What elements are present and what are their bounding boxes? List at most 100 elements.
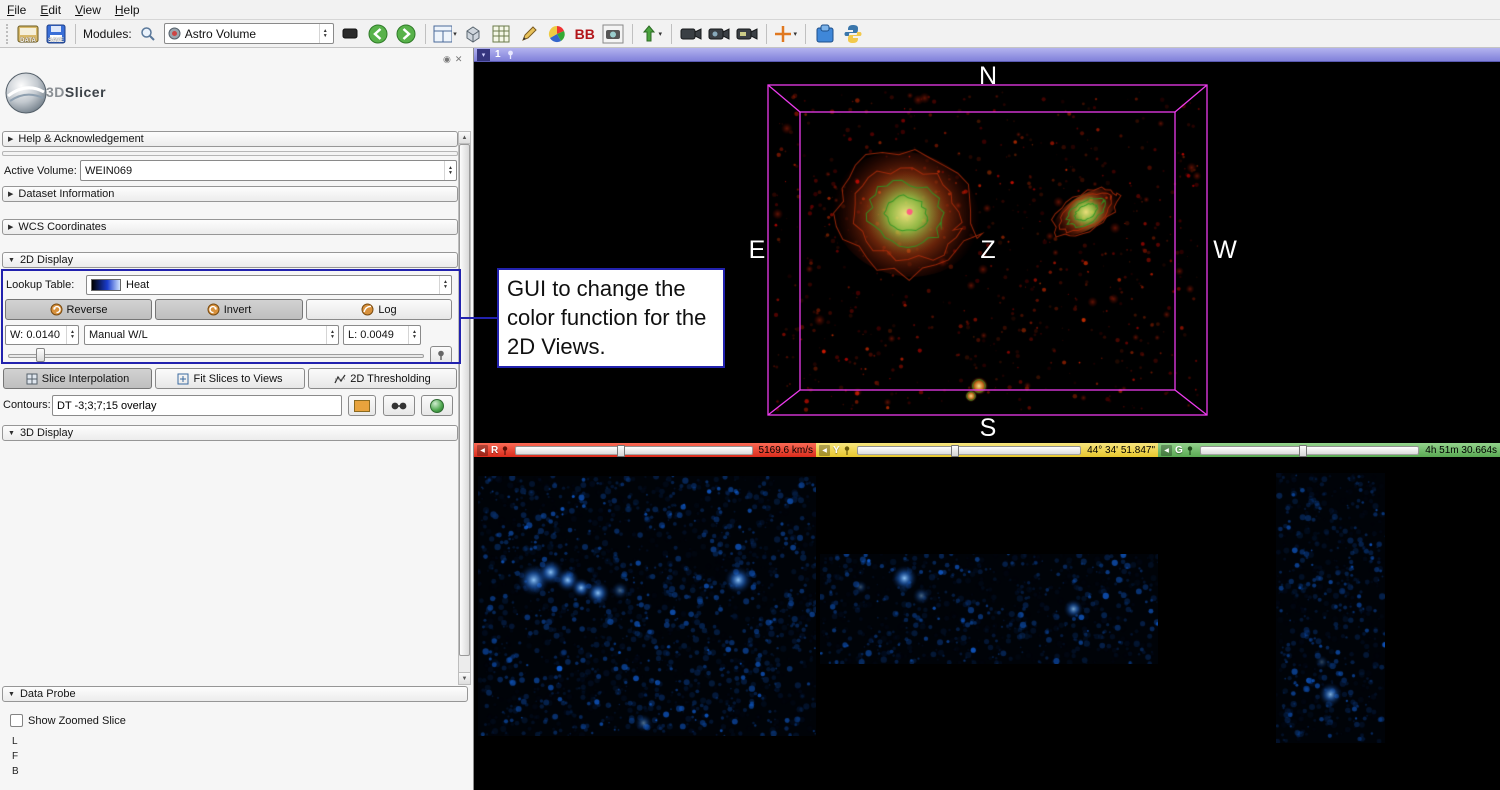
- contour-3d-button[interactable]: [421, 395, 453, 416]
- contour-visibility-button[interactable]: [383, 395, 415, 416]
- slice-yellow-slider-track[interactable]: [856, 444, 1082, 457]
- panel-close-icon[interactable]: ✕: [455, 54, 463, 65]
- menu-file[interactable]: File: [0, 1, 33, 19]
- volume-rendering-cube-icon[interactable]: [461, 22, 485, 46]
- slice-yellow-header[interactable]: ◀ Y 44° 34' 51.847": [816, 443, 1158, 457]
- reverse-button[interactable]: Reverse: [5, 299, 152, 320]
- lookup-table-combobox[interactable]: Heat ▲ ▼: [86, 275, 452, 295]
- view-3d-canvas-area[interactable]: N E Z W S: [474, 62, 1500, 441]
- slice-green-label: G: [1175, 444, 1183, 456]
- history-back-icon[interactable]: [366, 22, 390, 46]
- contour-color-button[interactable]: [348, 395, 376, 416]
- slice-view-yellow[interactable]: ◀ Y 44° 34' 51.847": [816, 441, 1158, 790]
- contours-input[interactable]: [52, 395, 342, 416]
- menu-edit[interactable]: Edit: [33, 1, 68, 19]
- wl-mode-combobox[interactable]: Manual W/L ▲ ▼: [84, 325, 339, 345]
- slice-prev-icon[interactable]: ◀: [1161, 444, 1172, 456]
- save-data-icon[interactable]: SAVE: [44, 22, 68, 46]
- video-capture-icon[interactable]: [679, 22, 703, 46]
- slice-green-header[interactable]: ◀ G 4h 51m 30.664s: [1158, 443, 1500, 457]
- layout-selector-icon[interactable]: ▾: [433, 22, 457, 46]
- module-search-icon[interactable]: [136, 22, 160, 46]
- crosshair-icon[interactable]: ▾: [774, 22, 798, 46]
- window-spin[interactable]: ▲ ▼: [66, 326, 78, 344]
- threshold-icon: [334, 374, 346, 383]
- markups-pencil-icon[interactable]: [517, 22, 541, 46]
- section-3d-display[interactable]: ▼ 3D Display: [2, 425, 458, 441]
- invert-button[interactable]: Invert: [155, 299, 303, 320]
- lookup-table-spin[interactable]: ▲ ▼: [439, 276, 451, 294]
- scrollbar-thumb[interactable]: [459, 144, 470, 656]
- wl-slider-track[interactable]: [8, 354, 424, 358]
- modules-label: Modules:: [83, 26, 132, 41]
- show-zoomed-slice-checkbox[interactable]: [10, 714, 23, 727]
- level-spin[interactable]: ▲ ▼: [408, 326, 420, 344]
- toolbar: DATA SAVE Modules: Astro Volume ▲ ▼ ▾ BB…: [0, 20, 1500, 48]
- view-3d[interactable]: ▾ 1 N E Z W S: [474, 48, 1500, 441]
- active-volume-label: Active Volume:: [4, 165, 77, 177]
- history-forward-icon[interactable]: [394, 22, 418, 46]
- slice-red-slider-handle[interactable]: [617, 444, 626, 457]
- slice-red-header[interactable]: ◀ R 5169.6 km/s: [474, 443, 816, 457]
- extensions-manager-icon[interactable]: [813, 22, 837, 46]
- log-button[interactable]: Log: [306, 299, 452, 320]
- colors-pinwheel-icon[interactable]: [545, 22, 569, 46]
- active-volume-combobox[interactable]: WEIN069 ▲ ▼: [80, 160, 457, 181]
- module-history-icon[interactable]: [338, 22, 362, 46]
- slice-views: ◀ R 5169.6 km/s ◀ Y 44° 34' 51.847" ◀ G …: [474, 441, 1500, 790]
- slice-prev-icon[interactable]: ◀: [819, 444, 830, 456]
- slice-red-slider-track[interactable]: [515, 444, 753, 457]
- bb-magnitude-icon[interactable]: BB: [573, 22, 597, 46]
- section-wcs-coordinates[interactable]: ▶ WCS Coordinates: [2, 219, 458, 235]
- slice-view-green[interactable]: ◀ G 4h 51m 30.664s: [1158, 441, 1500, 790]
- video-capture-3d-icon[interactable]: [735, 22, 759, 46]
- module-selector-spin[interactable]: ▲ ▼: [318, 24, 331, 43]
- view-pin-icon[interactable]: [506, 50, 515, 59]
- view-menu-icon[interactable]: ▾: [477, 48, 490, 61]
- slice-pin-icon[interactable]: [1186, 445, 1194, 455]
- screenshot-icon[interactable]: [601, 22, 625, 46]
- transforms-arrow-icon[interactable]: ▾: [640, 22, 664, 46]
- video-capture-slice-icon[interactable]: [707, 22, 731, 46]
- panel-float-icon[interactable]: ◉: [443, 54, 451, 65]
- pin-button[interactable]: [430, 346, 452, 364]
- module-panel: 3DSlicer ◉ ✕ ▶ Help & Acknowledgement Ac…: [0, 48, 474, 790]
- scroll-up-icon[interactable]: ▲: [459, 132, 470, 144]
- slice-pin-icon[interactable]: [501, 445, 509, 455]
- slice-green-slider-track[interactable]: [1199, 444, 1420, 457]
- thresholding-2d-button[interactable]: 2D Thresholding: [308, 368, 457, 389]
- level-spinbox[interactable]: L: 0.0049 ▲ ▼: [343, 325, 421, 345]
- slice-pin-icon[interactable]: [843, 445, 851, 455]
- menu-help[interactable]: Help: [108, 1, 147, 19]
- slice-prev-icon[interactable]: ◀: [477, 444, 488, 456]
- fit-slices-button[interactable]: Fit Slices to Views: [155, 368, 305, 389]
- window-spinbox[interactable]: W: 0.0140 ▲ ▼: [5, 325, 79, 345]
- pushpin-icon: [438, 350, 444, 360]
- slice-green-canvas[interactable]: [1276, 473, 1385, 743]
- wl-slider-handle[interactable]: [36, 348, 45, 362]
- panel-scrollbar[interactable]: ▲ ▼: [458, 131, 471, 685]
- module-selector-combobox[interactable]: Astro Volume ▲ ▼: [163, 23, 334, 44]
- wl-mode-spin[interactable]: ▲ ▼: [326, 326, 338, 344]
- load-data-icon[interactable]: DATA: [16, 22, 40, 46]
- active-volume-spin[interactable]: ▲ ▼: [444, 161, 456, 180]
- slice-green-slider-handle[interactable]: [1298, 444, 1307, 457]
- slice-red-value: 5169.6 km/s: [758, 444, 813, 456]
- level-label: L:: [348, 329, 358, 341]
- section-2d-display[interactable]: ▼ 2D Display: [2, 252, 458, 268]
- slice-yellow-canvas[interactable]: [820, 554, 1158, 664]
- toolbar-drag-handle[interactable]: [6, 23, 10, 44]
- slice-view-red[interactable]: ◀ R 5169.6 km/s: [474, 441, 816, 790]
- scroll-down-icon[interactable]: ▼: [459, 672, 470, 684]
- slice-red-canvas[interactable]: [478, 476, 816, 736]
- tables-icon[interactable]: [489, 22, 513, 46]
- view-3d-titlebar[interactable]: ▾ 1: [474, 48, 1500, 62]
- section-data-probe[interactable]: ▼ Data Probe: [2, 686, 468, 702]
- slice-interpolation-button[interactable]: Slice Interpolation: [3, 368, 152, 389]
- section-dataset-information[interactable]: ▶ Dataset Information: [2, 186, 458, 202]
- python-console-icon[interactable]: [841, 22, 865, 46]
- section-help-acknowledgement[interactable]: ▶ Help & Acknowledgement: [2, 131, 458, 147]
- slice-yellow-slider-handle[interactable]: [951, 444, 960, 457]
- menu-view[interactable]: View: [68, 1, 108, 19]
- compass-north-label: N: [978, 62, 998, 90]
